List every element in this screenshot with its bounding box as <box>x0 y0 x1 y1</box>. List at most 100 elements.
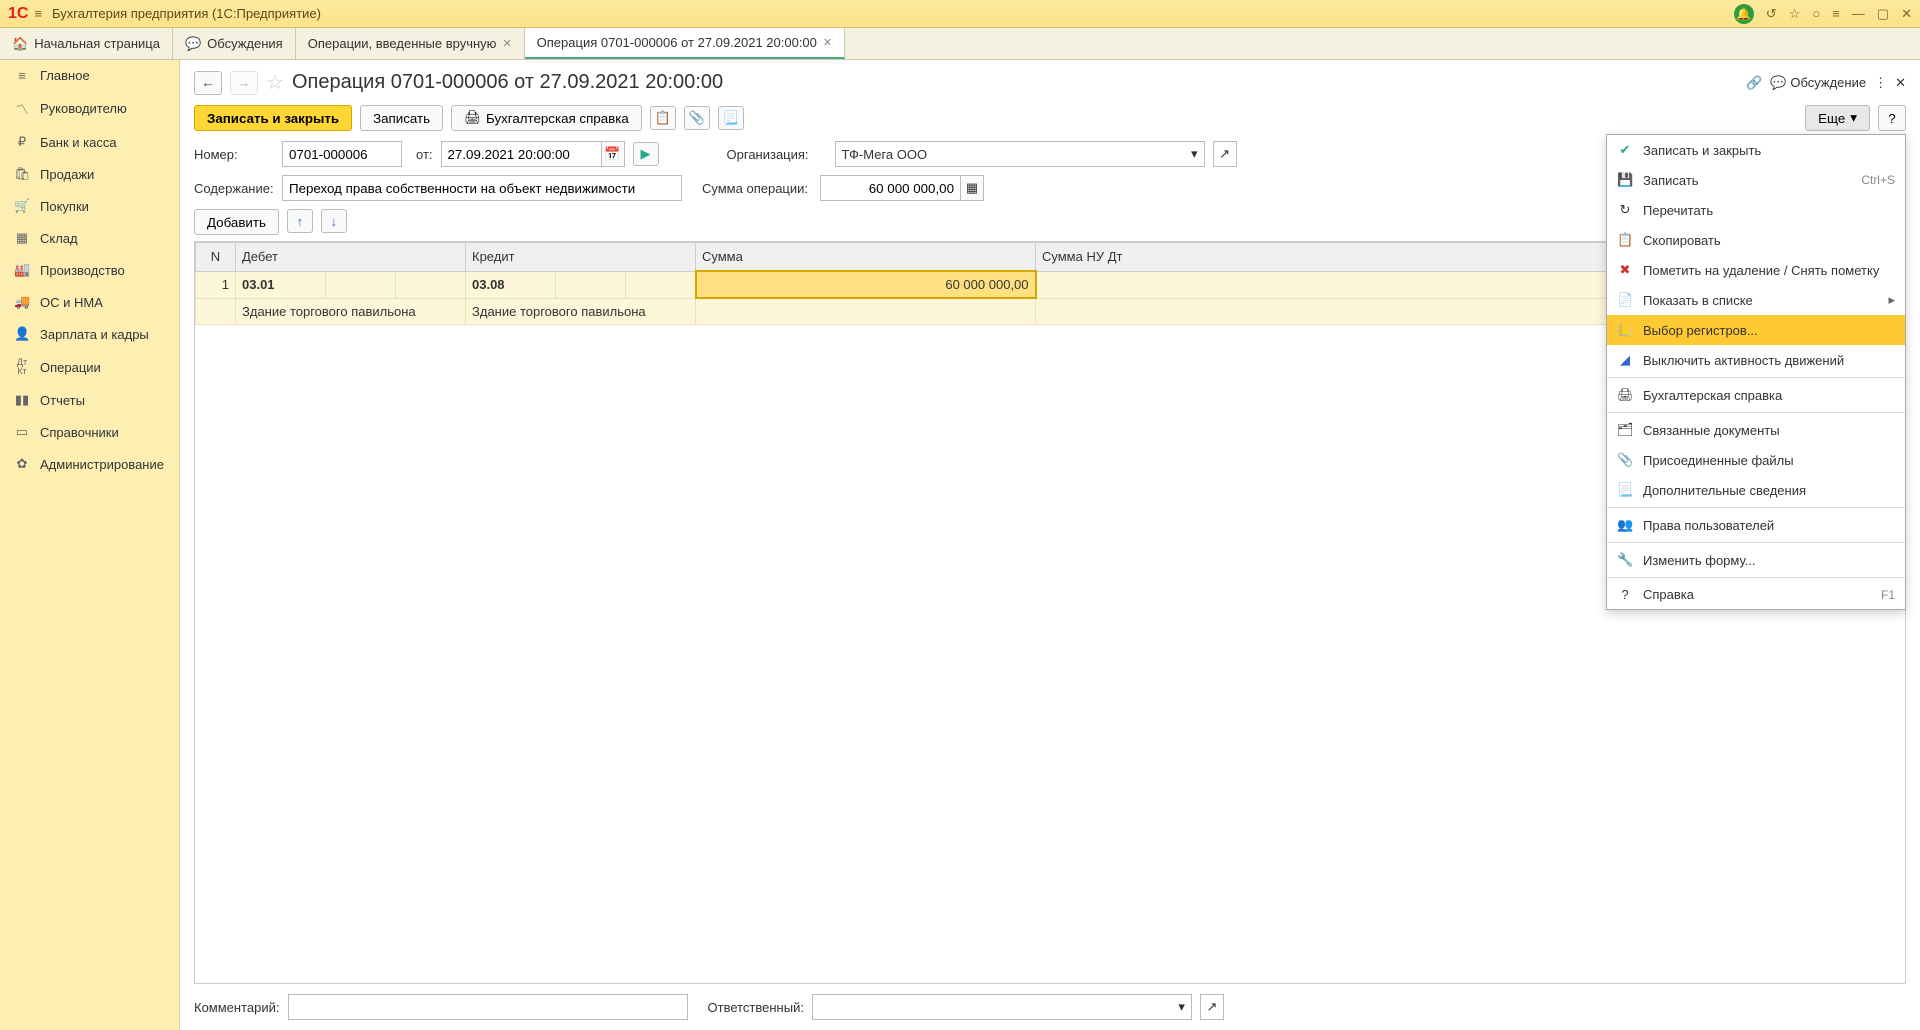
menu-label: Скопировать <box>1643 233 1721 248</box>
menu-item[interactable]: ◢Выключить активность движений <box>1607 345 1905 375</box>
sidebar-label: Отчеты <box>40 393 85 408</box>
menu-item[interactable]: 📄Показать в списке▸ <box>1607 285 1905 315</box>
sidebar-item-admin[interactable]: ✿Администрирование <box>0 448 179 480</box>
content-label: Содержание: <box>194 181 274 196</box>
menu-item[interactable]: ✔Записать и закрыть <box>1607 135 1905 165</box>
close-tab-icon[interactable]: ✕ <box>823 36 832 49</box>
copy-button[interactable]: 📋 <box>650 106 676 130</box>
col-credit[interactable]: Кредит <box>466 243 696 272</box>
calendar-icon[interactable]: 📅 <box>601 141 625 167</box>
discuss-button[interactable]: 💬 Обсуждение <box>1770 75 1866 91</box>
nav-back-button[interactable]: ← <box>194 71 222 95</box>
add-row-button[interactable]: Добавить <box>194 209 279 235</box>
sidebar-item-hr[interactable]: 👤Зарплата и кадры <box>0 318 179 350</box>
calc-icon[interactable]: ▦ <box>960 175 984 201</box>
report-label: Бухгалтерская справка <box>486 111 629 126</box>
post-button[interactable]: ▶ <box>633 142 659 166</box>
discuss-label: Обсуждение <box>1790 75 1866 90</box>
col-n[interactable]: N <box>196 243 236 272</box>
menu-item[interactable]: 📃Дополнительные сведения <box>1607 475 1905 505</box>
comment-input[interactable] <box>288 994 688 1020</box>
cell-sum[interactable]: 60 000 000,00 <box>696 271 1036 298</box>
org-value: ТФ-Мега ООО <box>842 147 928 162</box>
cell-credit-acc: 03.08 <box>466 271 556 298</box>
col-debit[interactable]: Дебет <box>236 243 466 272</box>
sidebar-label: Продажи <box>40 167 94 182</box>
menu-item[interactable]: ✖Пометить на удаление / Снять пометку <box>1607 255 1905 285</box>
move-up-button[interactable]: ↑ <box>287 209 313 233</box>
nav-forward-button[interactable]: → <box>230 71 258 95</box>
gear-icon: ✿ <box>14 456 30 472</box>
attach-button[interactable]: 📎 <box>684 106 710 130</box>
settings-icon[interactable]: ≡ <box>1832 6 1840 21</box>
save-button[interactable]: Записать <box>360 105 443 131</box>
menu-item[interactable]: 📎Присоединенные файлы <box>1607 445 1905 475</box>
menu-item[interactable]: 💾ЗаписатьCtrl+S <box>1607 165 1905 195</box>
sidebar-item-warehouse[interactable]: ▦Склад <box>0 222 179 254</box>
col-sum[interactable]: Сумма <box>696 243 1036 272</box>
favorite-star-icon[interactable]: ☆ <box>266 70 284 95</box>
menu-item[interactable]: 👥Права пользователей <box>1607 510 1905 540</box>
kebab-icon[interactable]: ⋮ <box>1874 75 1887 91</box>
number-input[interactable] <box>282 141 402 167</box>
notifications-icon[interactable]: 🔔 <box>1734 4 1754 24</box>
save-close-button[interactable]: Записать и закрыть <box>194 105 352 131</box>
help-button[interactable]: ? <box>1878 105 1906 131</box>
org-select[interactable]: ТФ-Мега ООО ▾ <box>835 141 1205 167</box>
menu-icon: 📒 <box>1617 322 1633 338</box>
info-button[interactable]: 📃 <box>718 106 744 130</box>
menu-item[interactable]: 🖨Бухгалтерская справка <box>1607 380 1905 410</box>
menu-label: Связанные документы <box>1643 423 1780 438</box>
sidebar-item-sales[interactable]: 🛍 Продажи <box>0 158 179 190</box>
menu-item[interactable]: 📋Скопировать <box>1607 225 1905 255</box>
content-input[interactable] <box>282 175 682 201</box>
org-open-button[interactable]: ↗ <box>1213 141 1237 167</box>
more-button[interactable]: Еще ▾ <box>1805 105 1870 131</box>
close-window-icon[interactable]: ✕ <box>1901 6 1912 22</box>
sidebar-item-reports[interactable]: ▮▮Отчеты <box>0 384 179 416</box>
close-tab-icon[interactable]: ✕ <box>502 37 511 50</box>
sum-input[interactable] <box>820 175 960 201</box>
sidebar-item-catalogs[interactable]: ▭Справочники <box>0 416 179 448</box>
cell-debit-acc: 03.01 <box>236 271 326 298</box>
warehouse-icon: ▦ <box>14 230 30 246</box>
tab-label: Обсуждения <box>207 36 283 51</box>
responsible-select[interactable]: ▾ <box>812 994 1192 1020</box>
menu-icon: 👥 <box>1617 517 1633 533</box>
comment-label: Комментарий: <box>194 1000 280 1015</box>
menu-item[interactable]: ?СправкаF1 <box>1607 580 1905 609</box>
star-icon[interactable]: ☆ <box>1789 6 1801 22</box>
date-input[interactable] <box>441 141 601 167</box>
sidebar-item-assets[interactable]: 🚚ОС и НМА <box>0 286 179 318</box>
close-page-icon[interactable]: ✕ <box>1895 75 1906 91</box>
menu-icon: 📃 <box>1617 482 1633 498</box>
sidebar-item-production[interactable]: 🏭Производство <box>0 254 179 286</box>
history-icon[interactable]: ↺ <box>1766 6 1777 22</box>
sidebar-item-bank[interactable]: ₽Банк и касса <box>0 126 179 158</box>
tab-operation-detail[interactable]: Операция 0701-000006 от 27.09.2021 20:00… <box>525 28 845 59</box>
hamburger-icon[interactable]: ≡ <box>34 6 42 21</box>
menu-item[interactable]: ↻Перечитать <box>1607 195 1905 225</box>
menu-icon: 📄 <box>1617 292 1633 308</box>
menu-label: Справка <box>1643 587 1694 602</box>
menu-item[interactable]: 📒 Выбор регистров... <box>1607 315 1905 345</box>
tab-operations-list[interactable]: Операции, введенные вручную ✕ <box>296 28 525 59</box>
sidebar-item-main[interactable]: ≡Главное <box>0 60 179 91</box>
menu-item[interactable]: 🗂Связанные документы <box>1607 415 1905 445</box>
move-down-button[interactable]: ↓ <box>321 209 347 233</box>
menu-item[interactable]: 🔧Изменить форму... <box>1607 545 1905 575</box>
sidebar-item-manager[interactable]: 〽Руководителю <box>0 91 179 126</box>
sidebar-item-operations[interactable]: ДтКтОперации <box>0 350 179 384</box>
report-button[interactable]: 🖨 Бухгалтерская справка <box>451 105 642 131</box>
minimize-icon[interactable]: — <box>1852 6 1865 21</box>
maximize-icon[interactable]: ▢ <box>1877 6 1889 22</box>
cell-debit-sub1 <box>326 271 396 298</box>
tab-home[interactable]: 🏠 Начальная страница <box>0 28 173 59</box>
circle-icon[interactable]: ○ <box>1812 6 1820 21</box>
menu-label: Выбор регистров... <box>1643 323 1758 338</box>
sidebar-item-purchases[interactable]: 🛒Покупки <box>0 190 179 222</box>
link-icon[interactable]: 🔗 <box>1746 75 1762 91</box>
tab-discussions[interactable]: 💬 Обсуждения <box>173 28 296 59</box>
bag-icon: 🛍 <box>14 166 30 182</box>
responsible-open-button[interactable]: ↗ <box>1200 994 1224 1020</box>
